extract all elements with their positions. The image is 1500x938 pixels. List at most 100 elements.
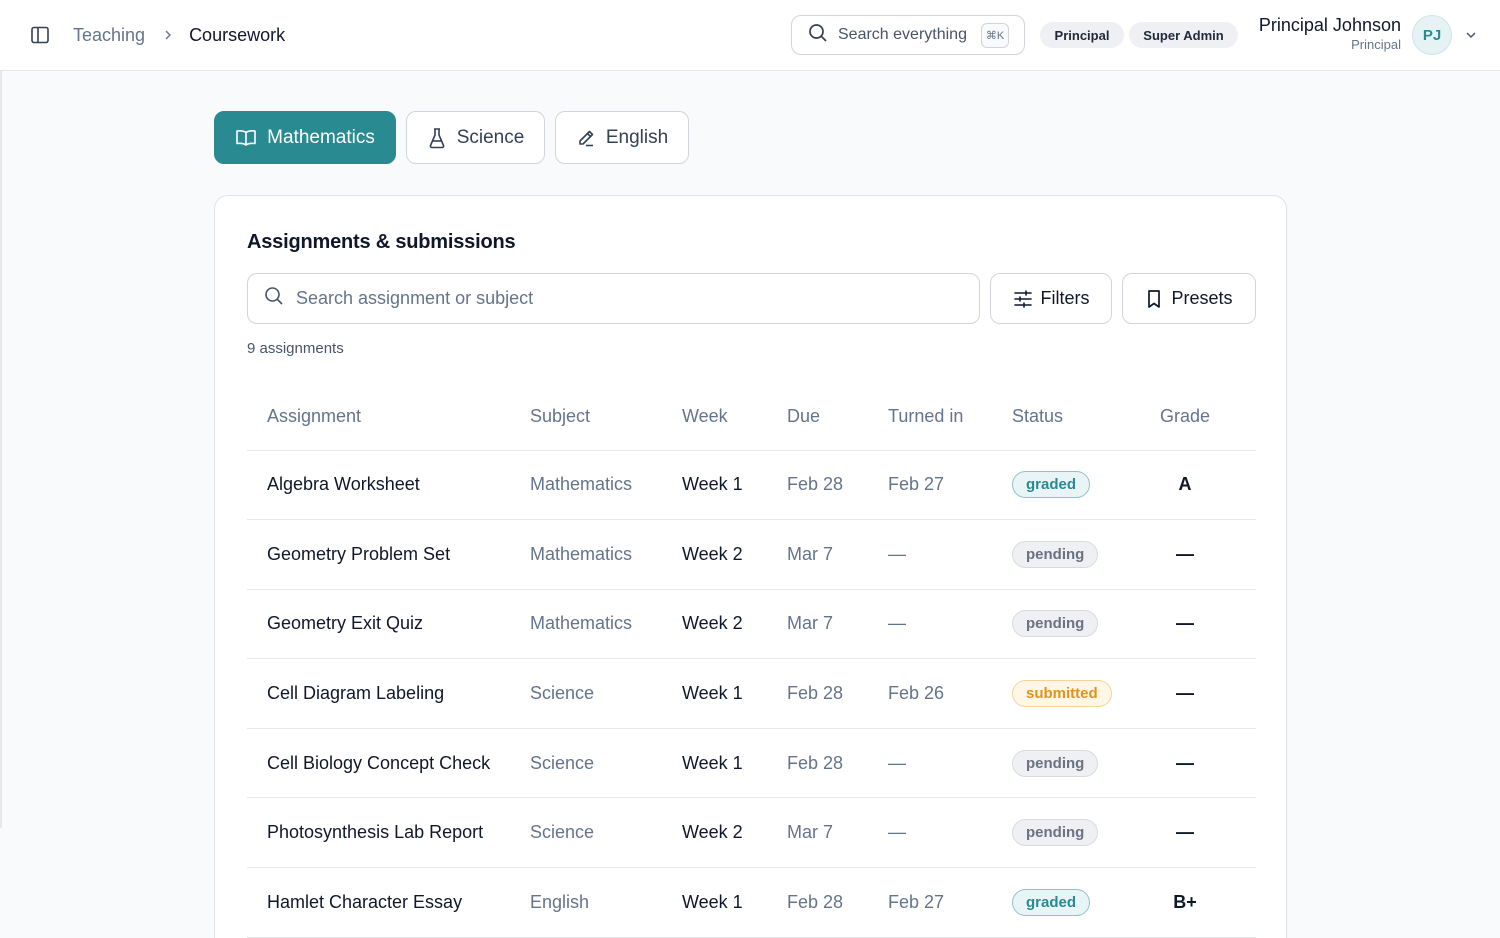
column-header-due[interactable]: Due (787, 384, 888, 451)
sliders-icon (1013, 289, 1033, 309)
tab-science[interactable]: Science (406, 111, 545, 164)
assignment-turned-in: Feb 27 (888, 867, 1012, 938)
search-icon (264, 286, 284, 311)
status-badge: pending (1012, 819, 1099, 847)
assignment-grade: A (1142, 450, 1256, 521)
filters-label: Filters (1040, 288, 1090, 308)
assignment-subject: Science (530, 797, 682, 869)
status-badge: graded (1012, 471, 1091, 499)
assignment-week: Week 1 (682, 728, 787, 799)
chevron-right-icon (162, 29, 174, 41)
assignment-name: Hamlet Character Essay (247, 867, 530, 938)
sidebar-toggle-icon[interactable] (28, 23, 52, 47)
search-icon (808, 23, 828, 48)
assignment-due: Mar 7 (787, 519, 888, 590)
top-bar: Teaching Coursework Search everything ⌘K… (0, 0, 1500, 71)
sidebar-edge (0, 70, 2, 828)
assignment-subject: Science (530, 728, 682, 799)
assignment-subject: Mathematics (530, 519, 682, 590)
assignment-name: Cell Biology Concept Check (247, 728, 530, 799)
chevron-down-icon[interactable] (1462, 26, 1480, 44)
assignment-week: Week 1 (682, 658, 787, 729)
assignment-week: Week 1 (682, 867, 787, 938)
assignment-grade: — (1142, 589, 1256, 660)
table-row[interactable]: Cell Biology Concept Check Science Week … (247, 728, 1256, 799)
status-badge: pending (1012, 610, 1099, 638)
table-row[interactable]: Cell Diagram Labeling Science Week 1 Feb… (247, 658, 1256, 729)
tab-english-label: English (605, 126, 669, 148)
breadcrumb: Teaching Coursework (73, 23, 285, 47)
assignment-subject: Mathematics (530, 589, 682, 660)
presets-label: Presets (1171, 288, 1233, 308)
assignment-grade: B+ (1142, 867, 1256, 938)
assignment-turned-in: — (888, 728, 1012, 799)
column-header-turned-in[interactable]: Turned in (888, 384, 1012, 451)
column-header-status[interactable]: Status (1012, 384, 1142, 451)
table-row[interactable]: Photosynthesis Lab Report Science Week 2… (247, 797, 1256, 869)
breadcrumb-parent[interactable]: Teaching (73, 25, 145, 46)
assignment-subject: Science (530, 658, 682, 729)
assignment-week: Week 2 (682, 589, 787, 660)
assignment-turned-in: — (888, 797, 1012, 869)
assignment-due: Mar 7 (787, 589, 888, 660)
assignment-turned-in: Feb 27 (888, 450, 1012, 521)
tab-science-label: Science (456, 126, 525, 148)
column-header-subject[interactable]: Subject (530, 384, 682, 451)
assignment-due: Feb 28 (787, 450, 888, 521)
table-header-row: Assignment Subject Week Due Turned in St… (247, 384, 1256, 451)
assignment-grade: — (1142, 658, 1256, 729)
assignment-due: Feb 28 (787, 867, 888, 938)
tab-english[interactable]: English (555, 111, 689, 164)
assignment-name: Photosynthesis Lab Report (247, 797, 530, 869)
role-badge-super-admin: Super Admin (1129, 22, 1238, 48)
assignment-turned-in: — (888, 589, 1012, 660)
app-root: Teaching Coursework Search everything ⌘K… (0, 0, 1500, 938)
assignment-due: Mar 7 (787, 797, 888, 869)
global-search-label: Search everything (838, 26, 967, 43)
breadcrumb-current: Coursework (189, 24, 286, 45)
column-header-assignment[interactable]: Assignment (247, 384, 530, 451)
assignment-name: Geometry Problem Set (247, 519, 530, 590)
assignment-count: 9 assignments (247, 340, 344, 357)
table-row[interactable]: Geometry Problem Set Mathematics Week 2 … (247, 519, 1256, 590)
assignment-due: Feb 28 (787, 658, 888, 729)
keyboard-shortcut: ⌘K (981, 23, 1009, 48)
flask-icon (427, 127, 447, 149)
status-badge: pending (1012, 540, 1099, 568)
status-badge: submitted (1012, 680, 1112, 708)
assignment-turned-in: Feb 26 (888, 658, 1012, 729)
assignment-search-placeholder: Search assignment or subject (296, 288, 534, 308)
user-name: Principal Johnson (1258, 15, 1401, 35)
column-header-grade[interactable]: Grade (1142, 384, 1256, 451)
assignments-table: Assignment Subject Week Due Turned in St… (247, 384, 1256, 938)
role-badge-principal: Principal (1040, 22, 1124, 48)
assignment-search-input[interactable]: Search assignment or subject (247, 273, 980, 324)
presets-button[interactable]: Presets (1122, 273, 1256, 324)
user-info: Principal Johnson Principal (1259, 14, 1401, 54)
table-row[interactable]: Hamlet Character Essay English Week 1 Fe… (247, 867, 1256, 938)
assignment-name: Geometry Exit Quiz (247, 589, 530, 660)
card-title: Assignments & submissions (247, 231, 516, 253)
avatar[interactable]: PJ (1412, 15, 1452, 55)
global-search-button[interactable]: Search everything ⌘K (791, 15, 1025, 55)
assignment-name: Cell Diagram Labeling (247, 658, 530, 729)
status-badge: graded (1012, 888, 1091, 916)
assignment-week: Week 2 (682, 797, 787, 869)
assignment-week: Week 2 (682, 519, 787, 590)
table-row[interactable]: Geometry Exit Quiz Mathematics Week 2 Ma… (247, 589, 1256, 660)
assignment-name: Algebra Worksheet (247, 450, 530, 521)
assignment-subject: English (530, 867, 682, 938)
column-header-week[interactable]: Week (682, 384, 787, 451)
assignment-week: Week 1 (682, 450, 787, 521)
pencil-icon (576, 128, 596, 148)
tab-mathematics-label: Mathematics (267, 126, 375, 148)
table-row[interactable]: Algebra Worksheet Mathematics Week 1 Feb… (247, 450, 1256, 521)
filters-button[interactable]: Filters (990, 273, 1112, 324)
user-role: Principal (1351, 37, 1401, 52)
tab-mathematics[interactable]: Mathematics (214, 111, 396, 164)
assignments-card: Assignments & submissions Search assignm… (214, 195, 1287, 938)
bookmark-icon (1145, 289, 1163, 309)
assignment-due: Feb 28 (787, 728, 888, 799)
assignment-grade: — (1142, 797, 1256, 869)
book-open-icon (235, 128, 257, 148)
